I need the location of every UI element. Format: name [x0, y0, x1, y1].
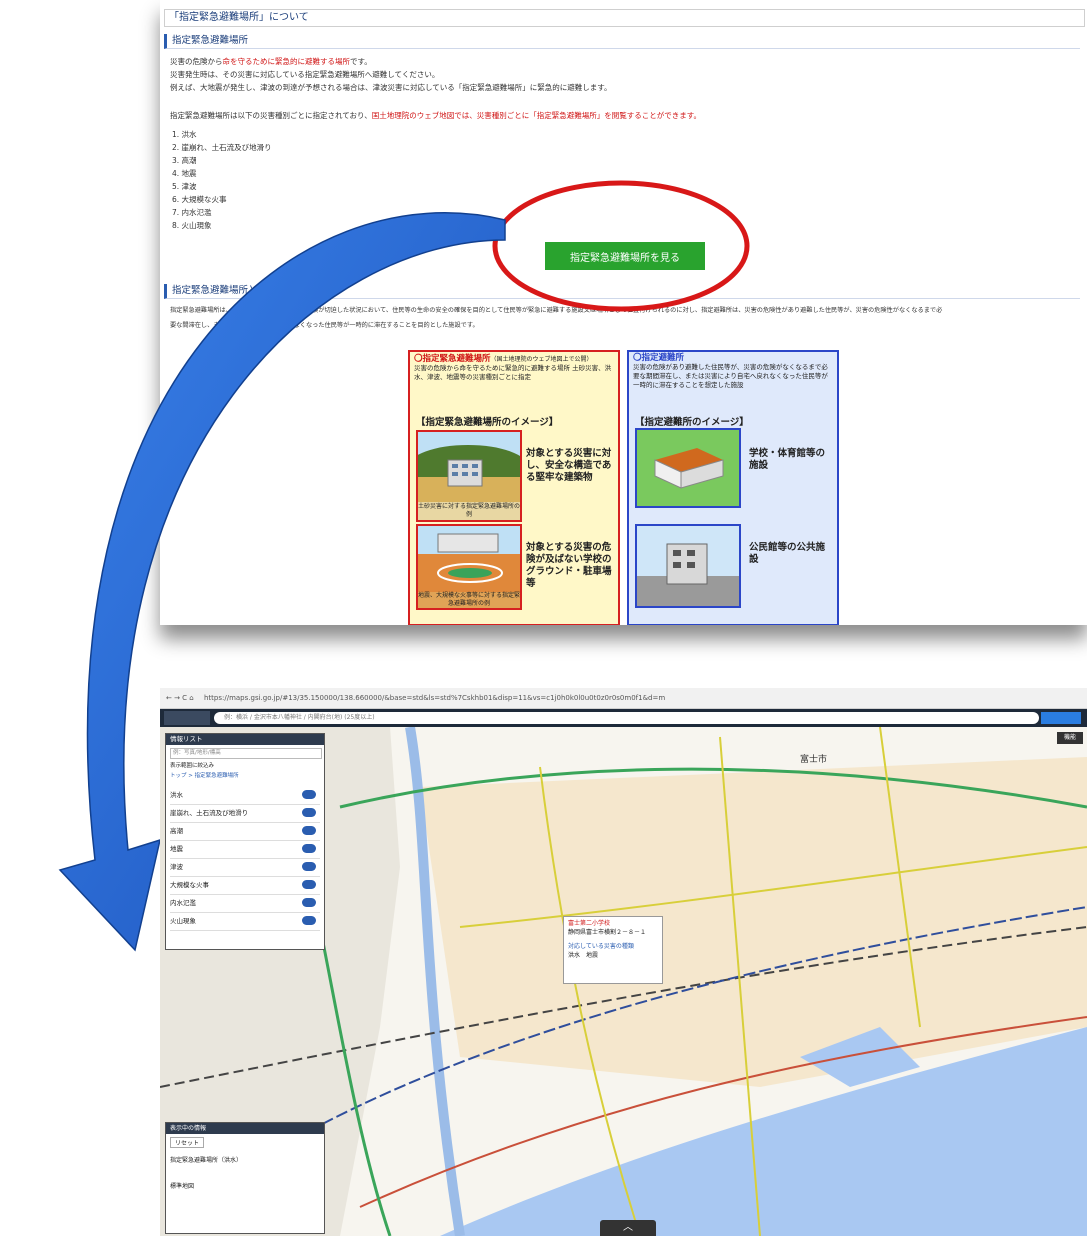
gymnasium-illustration: [635, 428, 741, 508]
hazard-note: 指定緊急避難場所は以下の災害種別ごとに指定されており、国土地理院のウェブ地図では…: [170, 111, 701, 120]
layer-info-badge[interactable]: [302, 916, 316, 925]
layer-item-volcano[interactable]: 火山現象: [170, 912, 320, 931]
gsi-web-map: ← → C ⌂ https://maps.gsi.go.jp/#13/35.15…: [160, 688, 1087, 1236]
map-app-header: 例：横浜 / 金沢市本八幡神社 / 内閣府台(地) (25度以上): [160, 709, 1087, 727]
layer-item-inland-flood[interactable]: 内水氾濫: [170, 894, 320, 913]
city-label: 富士市: [800, 755, 828, 765]
reset-button[interactable]: リセット: [170, 1137, 205, 1148]
layer-item-earthquake[interactable]: 地震: [170, 840, 320, 859]
layer-search-input[interactable]: 例：写真/地形/標高: [170, 748, 322, 759]
robust-building-caption: 対象とする災害に対し、安全な構造である堅牢な建築物: [526, 448, 612, 483]
gymnasium-caption: 学校・体育館等の施設: [749, 448, 826, 471]
layer-info-badge[interactable]: [302, 844, 316, 853]
public-hall-image: [637, 526, 739, 606]
layer-info-badge[interactable]: [302, 862, 316, 871]
popup-hazard-types: 洪水 地震: [568, 952, 599, 959]
popup-address: 静岡県富士市横割２－８－１: [568, 929, 647, 936]
list-item: 4. 地震: [172, 169, 197, 178]
browser-address-bar: ← → C ⌂ https://maps.gsi.go.jp/#13/35.15…: [160, 688, 1087, 709]
shelter-popup[interactable]: 富士第二小学校 静岡県富士市横割２－８－１ 対応している災害の種類 洪水 地震: [563, 916, 663, 984]
gsi-logo: [164, 711, 210, 725]
intro-line-1: 災害の危険から命を守るために緊急的に避難する場所です。: [170, 57, 372, 66]
list-item: 3. 高潮: [172, 156, 197, 165]
section-heading-evacuation-site: 指定緊急避難場所: [164, 34, 1080, 49]
box-image-title: 【指定避難所のイメージ】: [635, 417, 749, 428]
scroll-up-button[interactable]: ︿: [600, 1220, 656, 1236]
map-search-input[interactable]: 例：横浜 / 金沢市本八幡神社 / 内閣府台(地) (25度以上): [214, 712, 1039, 724]
evacuation-shelter-explainer-box: 〇指定避難所 災害の危険があり避難した住民等が、災害の危険がなくなるまで必要な期…: [627, 350, 839, 625]
schoolyard-caption: 対象とする災害の危険が及ばない学校のグラウンド・駐車場等: [526, 542, 612, 589]
breadcrumb[interactable]: トップ > 指定緊急避難場所: [170, 771, 239, 779]
layer-panel-title: 情報リスト: [166, 734, 324, 745]
intro-line-2: 災害発生時は、その災害に対応している指定緊急避難場所へ避難してください。: [170, 70, 440, 79]
public-hall-illustration: [635, 524, 741, 608]
layer-item-tsunami[interactable]: 津波: [170, 858, 320, 877]
layer-info-badge[interactable]: [302, 898, 316, 907]
box-description: 災害の危険があり避難した住民等が、災害の危険がなくなるまで必要な期間滞在し、また…: [633, 363, 828, 389]
intro-line-3: 例えば、大地震が発生し、津波の到達が予想される場合は、津波災害に対応している「指…: [170, 83, 612, 92]
gymnasium-image: [637, 430, 739, 506]
highlight-circle: [492, 180, 750, 312]
active-layers-panel: 表示中の情報 リセット 指定緊急避難場所（洪水） 標準地図: [165, 1122, 325, 1234]
layer-list-panel: 情報リスト 例：写真/地形/標高 表示範囲に絞込み トップ > 指定緊急避難場所…: [165, 733, 325, 950]
popup-title: 富士第二小学校: [568, 920, 611, 927]
tools-button[interactable]: 機能: [1057, 732, 1083, 744]
active-layer-item[interactable]: 標準地図: [170, 1181, 318, 1190]
share-icon[interactable]: [1041, 712, 1081, 724]
url-text[interactable]: https://maps.gsi.go.jp/#13/35.150000/138…: [204, 694, 665, 702]
layer-info-badge[interactable]: [302, 826, 316, 835]
layer-item-flood[interactable]: 洪水: [170, 786, 320, 805]
list-item: 1. 洪水: [172, 130, 197, 139]
layer-item-storm-surge[interactable]: 高潮: [170, 822, 320, 841]
nav-arrows-icon[interactable]: ← → C ⌂: [160, 694, 194, 702]
layer-info-badge[interactable]: [302, 790, 316, 799]
list-item: 2. 崖崩れ、土石流及び地滑り: [172, 143, 272, 152]
layer-info-badge[interactable]: [302, 808, 316, 817]
page-title: 「指定緊急避難場所」について: [164, 9, 1085, 27]
layer-info-badge[interactable]: [302, 880, 316, 889]
box-heading: 〇指定避難所: [633, 353, 685, 363]
layer-item-landslide[interactable]: 崖崩れ、土石流及び地滑り: [170, 804, 320, 823]
popup-heading: 対応している災害の種類: [568, 943, 634, 950]
public-hall-caption: 公民館等の公共施設: [749, 542, 826, 565]
active-layers-title: 表示中の情報: [166, 1123, 324, 1134]
filter-toggle[interactable]: 表示範囲に絞込み: [170, 761, 214, 769]
layer-item-large-fire[interactable]: 大規模な火事: [170, 876, 320, 895]
active-layer-item[interactable]: 指定緊急避難場所（洪水）: [170, 1155, 318, 1164]
